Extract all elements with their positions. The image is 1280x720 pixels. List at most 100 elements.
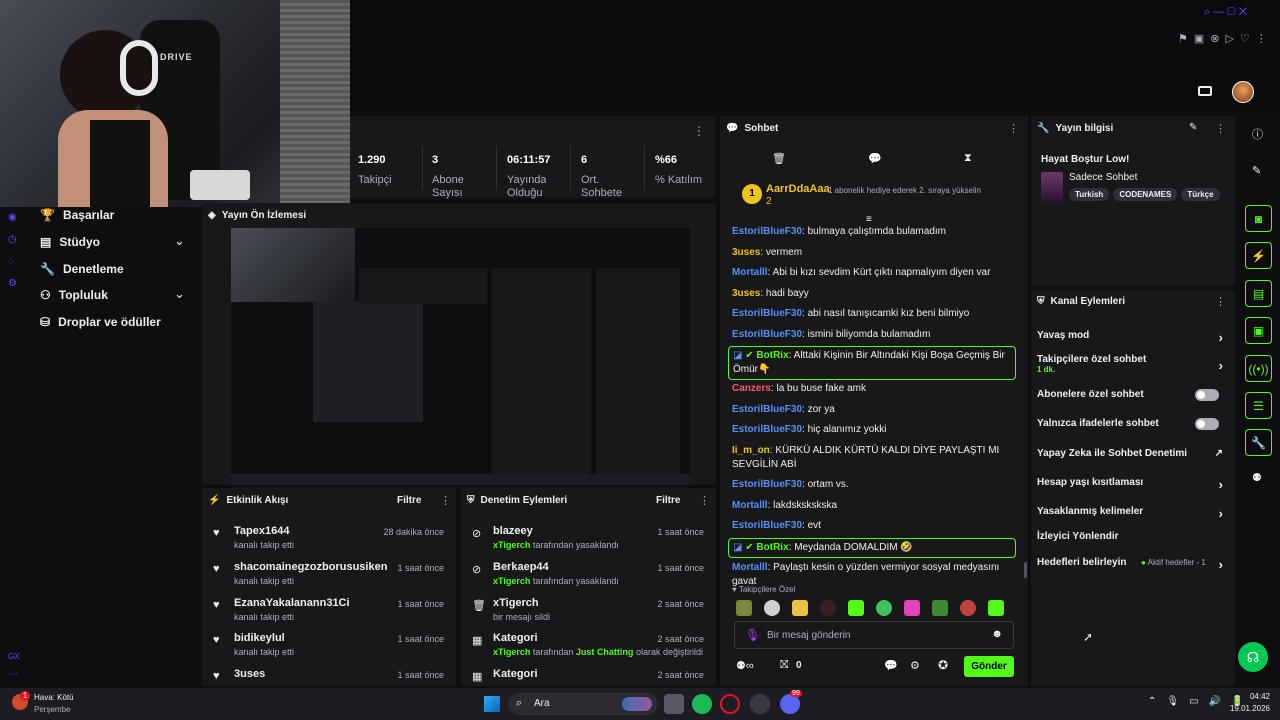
rail-layout-button[interactable]: ☰ <box>1245 392 1272 419</box>
chat-input[interactable]: 🎙 Bir mesaj gönderin ☻ <box>734 621 1014 649</box>
action-subs-only[interactable]: Abonelere özel sohbet <box>1037 389 1225 401</box>
taskbar-search[interactable]: ⌕ Ara <box>508 693 658 715</box>
category-name[interactable]: Sadece Sohbet <box>1069 172 1137 183</box>
emote[interactable] <box>988 600 1004 616</box>
more-icon[interactable]: ⋮ <box>440 494 451 507</box>
emote[interactable] <box>764 600 780 616</box>
stat-followers: 1.290 Takipçi <box>358 154 392 186</box>
gx-sidebar-icons[interactable]: ◉ ◷ ◌ ⚙ <box>8 207 20 289</box>
more-icon[interactable]: ⋯ <box>8 669 18 680</box>
info-icon[interactable]: ⓘ <box>1252 126 1263 142</box>
more-icon[interactable]: ⋮ <box>693 124 705 138</box>
preview-video[interactable] <box>231 228 690 485</box>
list-item[interactable]: ▦ Kategori 2 saat önce <box>461 668 716 686</box>
edit-icon[interactable]: ✎ <box>1189 122 1197 133</box>
avatar[interactable] <box>1232 81 1254 103</box>
emote-picker-icon[interactable]: ✪ <box>938 658 948 672</box>
filter-lines-icon[interactable]: ≡ <box>866 214 872 225</box>
preview-icon: ◈ <box>208 210 216 221</box>
spotify-icon[interactable] <box>692 694 712 714</box>
pinned-user[interactable]: AarrDdaAaa <box>766 183 830 195</box>
gift-icon[interactable]: ⛝ <box>780 659 788 672</box>
chevron-down-icon[interactable]: ⌄ <box>174 286 185 302</box>
tag[interactable]: Türkçe <box>1181 188 1220 201</box>
action-emote-only[interactable]: Yalnızca ifadelerle sohbet <box>1037 418 1225 430</box>
nav-moderation[interactable]: 🔧 Denetleme <box>40 262 124 276</box>
more-icon[interactable]: ⋮ <box>1215 295 1226 308</box>
emote[interactable] <box>792 600 808 616</box>
rail-doc-button[interactable]: ▤ <box>1245 280 1272 307</box>
list-item[interactable]: ♥ Tapex1644 kanalı takip etti 28 dakika önc… <box>202 525 456 561</box>
action-raid[interactable]: İzleyici Yönlendir <box>1037 531 1225 542</box>
webcam-overlay: DRIVE <box>0 0 350 207</box>
mic-icon[interactable]: 🎙 <box>745 628 760 642</box>
emote[interactable] <box>736 600 752 616</box>
list-item[interactable]: ♥ shacomainegzozborususiken kanalı takip e… <box>202 561 456 597</box>
toggle-switch[interactable] <box>1195 389 1219 401</box>
chat-scrollbar[interactable] <box>1024 562 1027 578</box>
moderation-header: ⛨ Denetim Eylemleri <box>467 495 568 506</box>
info-header: 🔧 Yayın bilgisi <box>1037 123 1114 134</box>
opera-gx-icon[interactable] <box>720 694 740 714</box>
browser-actions[interactable]: ⚑▣⊗▷♡⋮ <box>1178 32 1278 46</box>
gear-icon[interactable]: ⚙ <box>910 659 920 672</box>
more-icon[interactable]: ⋮ <box>699 494 710 507</box>
chevron-down-icon[interactable]: ⌄ <box>174 233 185 249</box>
trash-icon[interactable]: 🗑 <box>772 152 786 165</box>
ban-icon: ⊘ <box>472 564 482 576</box>
toggle-switch[interactable] <box>1195 418 1219 430</box>
emote-row[interactable] <box>736 600 1016 616</box>
list-item[interactable]: 🗑 xTigerch bir mesajı sildi 2 saat önce <box>461 597 716 633</box>
window-controls[interactable]: ⌕ — ▢ ✕ <box>1204 6 1274 18</box>
app-icon[interactable] <box>750 694 770 714</box>
emoji-icon[interactable]: ☻ <box>991 628 1003 640</box>
action-slow-mode[interactable]: Yavaş mod › <box>1037 330 1225 345</box>
list-item[interactable]: ♥ bidikeylul kanalı takip etti 1 saat önce <box>202 632 456 668</box>
more-icon[interactable]: ⋮ <box>1008 122 1019 135</box>
rail-bolt-button[interactable]: ⚡ <box>1245 242 1272 269</box>
tag[interactable]: CODENAMES <box>1113 188 1178 201</box>
creator-icon[interactable] <box>1198 86 1212 96</box>
emote[interactable] <box>904 600 920 616</box>
action-banned-words[interactable]: Yasaklanmış kelimeler › <box>1037 506 1225 521</box>
chat-message: 3uses: vermem <box>732 247 803 258</box>
action-goals[interactable]: Hedefleri belirleyin ● Aktif hedefler - 1… <box>1037 557 1225 572</box>
points-icon[interactable]: ⚉∞ <box>736 659 754 672</box>
nav-studio[interactable]: ▤ Stüdyo <box>40 235 100 249</box>
nav-community[interactable]: ⚇ Topluluk <box>40 288 108 302</box>
rail-camera-button[interactable]: ◙ <box>1245 205 1272 232</box>
edit-icon[interactable]: ✎ <box>1252 164 1261 177</box>
emote[interactable] <box>876 600 892 616</box>
list-item[interactable]: ♥ EzanaYakalanann31Ci kanalı takip etti 1 s… <box>202 597 456 633</box>
community-icon[interactable]: ⚉ <box>1252 471 1262 484</box>
list-item[interactable]: ⊘ blazeey xTigerch tarafından yasaklandı 1 … <box>461 525 716 561</box>
nav-achievements[interactable]: 🏆 Başarılar <box>40 208 114 222</box>
rail-wrench-button[interactable]: 🔧 <box>1245 429 1272 456</box>
action-followers-only[interactable]: Takipçilere özel sohbet 1 dk. › <box>1037 354 1225 374</box>
emote[interactable] <box>960 600 976 616</box>
emote[interactable] <box>848 600 864 616</box>
activity-filter-button[interactable]: Filtre <box>397 495 421 506</box>
emote[interactable] <box>932 600 948 616</box>
chat-bubble-icon[interactable]: 💬 <box>884 659 898 672</box>
list-item[interactable]: ⊘ Berkaep44 xTigerch tarafından yasaklandı… <box>461 561 716 597</box>
tag[interactable]: Turkish <box>1069 188 1110 201</box>
send-button[interactable]: Gönder <box>964 656 1014 677</box>
rail-broadcast-button[interactable]: ((•)) <box>1245 355 1272 382</box>
list-item[interactable]: ▦ Kategori xTigerch tarafından Just Chatti… <box>461 632 716 668</box>
more-icon[interactable]: ⋮ <box>1215 122 1226 135</box>
support-icon[interactable]: ☊ <box>1238 642 1268 672</box>
windows-start-icon[interactable] <box>484 696 500 712</box>
discord-icon[interactable] <box>780 694 800 714</box>
moderation-filter-button[interactable]: Filtre <box>656 495 680 506</box>
hourglass-icon[interactable]: ⧗ <box>964 152 972 165</box>
emote[interactable] <box>820 600 836 616</box>
list-item[interactable]: ♥ 3uses 1 saat önce <box>202 668 456 686</box>
chat-bubble-icon[interactable]: 💬 <box>868 152 882 165</box>
action-ai-moderation[interactable]: Yapay Zeka ile Sohbet Denetimi ↗ <box>1037 448 1225 459</box>
rail-chat-button[interactable]: ▣ <box>1245 317 1272 344</box>
action-account-age[interactable]: Hesap yaşı kısıtlaması › <box>1037 477 1225 492</box>
chat-message: EstorilBlueF30: evt <box>732 520 821 531</box>
task-view-icon[interactable] <box>664 694 684 714</box>
nav-drops[interactable]: ⛁ Droplar ve ödüller <box>40 315 161 329</box>
